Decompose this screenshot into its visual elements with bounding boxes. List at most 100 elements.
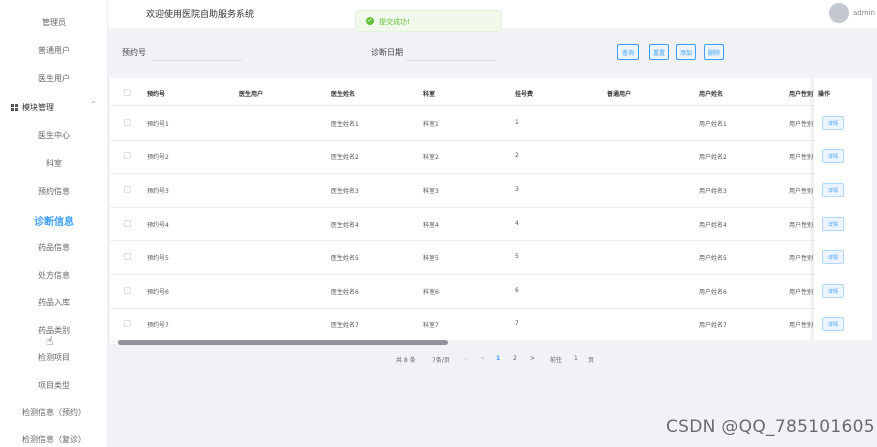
column-header-doctor-user: 医生用户	[239, 91, 264, 98]
row-checkbox[interactable]	[124, 186, 131, 193]
hand-pointer-icon: ☝	[46, 334, 54, 348]
table-cell-user-name: 用户姓名5	[699, 255, 727, 262]
row-checkbox[interactable]	[124, 320, 131, 327]
table-cell-dept: 科室2	[423, 154, 439, 161]
appointment-no-input[interactable]	[152, 45, 242, 61]
sidebar-item-test-appointment[interactable]: 检测信息（预约）	[0, 407, 107, 418]
toast-message: 提交成功!	[379, 18, 410, 26]
sidebar-item-test-items[interactable]: 检测项目	[0, 352, 107, 363]
detail-button[interactable]: 详情	[822, 317, 844, 331]
column-header-user-name: 用户姓名	[699, 91, 724, 98]
sidebar-item-doctor-users[interactable]: 医生用户	[0, 73, 107, 84]
table-cell-user-name: 用户姓名1	[699, 121, 727, 128]
table-cell-gender: 用户性别	[789, 154, 814, 161]
sidebar-item-appointments[interactable]: 预约信息	[0, 186, 107, 197]
pagination-goto-suffix: 页	[588, 357, 595, 364]
detail-button[interactable]: 详情	[822, 250, 844, 264]
sidebar-item-prescriptions[interactable]: 处方信息	[0, 270, 107, 281]
select-all-checkbox[interactable]	[124, 89, 131, 96]
sidebar-item-doctor-center[interactable]: 医生中心	[0, 130, 107, 141]
column-header-normal-user: 普通用户	[607, 91, 632, 98]
row-divider	[110, 274, 872, 275]
table-cell-fee: 7	[515, 320, 519, 327]
table-cell-gender: 用户性别	[789, 322, 814, 329]
app-root: 管理员 普通用户 医生用户 模块管理 ⌃ 医生中心 科室 预约信息 诊断信息 药…	[0, 0, 877, 447]
appointment-no-label: 预约号	[122, 48, 146, 57]
sidebar-item-diagnosis[interactable]: 诊断信息	[0, 213, 107, 228]
detail-button[interactable]: 详情	[822, 116, 844, 130]
watermark: CSDN @QQ_785101605	[666, 417, 875, 437]
table-cell-user-name: 用户姓名6	[699, 289, 727, 296]
detail-button[interactable]: 详情	[822, 149, 844, 163]
diagnosis-date-label: 诊断日期	[371, 48, 403, 57]
sidebar-item-drug-stock-in[interactable]: 药品入库	[0, 297, 107, 308]
pagination-goto-prefix: 前往	[550, 357, 563, 364]
column-header-user-gender: 用户性别	[789, 91, 814, 98]
column-header-fee: 挂号费	[515, 91, 534, 98]
pagination-page-2[interactable]: 2	[513, 355, 517, 362]
table-cell-appt: 预约号3	[147, 188, 169, 195]
horizontal-scrollbar-thumb[interactable]	[118, 340, 448, 345]
pagination-size-chevron-icon[interactable]: ⌄	[463, 355, 468, 362]
column-header-actions: 操作	[818, 91, 831, 98]
row-checkbox[interactable]	[124, 119, 131, 126]
diagnosis-date-input[interactable]	[406, 45, 496, 61]
row-divider	[110, 308, 872, 309]
table-cell-dept: 科室6	[423, 289, 439, 296]
pagination-prev-button[interactable]: <	[480, 355, 485, 362]
data-table: 预约号 医生用户 医生姓名 科室 挂号费 普通用户 用户姓名 用户性别 预约号1…	[110, 78, 872, 344]
table-cell-fee: 1	[515, 119, 519, 126]
reset-button[interactable]: 重置	[649, 44, 669, 60]
pagination-total: 共 8 条	[396, 357, 416, 364]
pagination-page-size[interactable]: 7条/页	[432, 355, 450, 364]
table-cell-doctor-name: 医生姓名4	[331, 222, 359, 229]
table-cell-gender: 用户性别	[789, 289, 814, 296]
success-toast: ✓ 提交成功!	[355, 10, 502, 32]
add-button[interactable]: 添加	[676, 44, 696, 60]
table-cell-appt: 预约号1	[147, 121, 169, 128]
pagination-page-1[interactable]: 1	[496, 355, 500, 362]
sidebar-item-test-followup[interactable]: 检测信息（复诊）	[0, 434, 107, 445]
row-checkbox[interactable]	[124, 287, 131, 294]
sidebar-group-module-management[interactable]: 模块管理 ⌃	[0, 97, 107, 119]
table-cell-fee: 2	[515, 152, 519, 159]
row-divider	[110, 240, 872, 241]
sidebar-item-department[interactable]: 科室	[0, 158, 107, 169]
sidebar-item-admin[interactable]: 管理员	[0, 17, 107, 28]
column-header-doctor-name: 医生姓名	[331, 91, 356, 98]
row-checkbox[interactable]	[124, 220, 131, 227]
sidebar-group-label: 模块管理	[22, 103, 54, 112]
table-cell-dept: 科室7	[423, 322, 439, 329]
detail-button[interactable]: 详情	[822, 183, 844, 197]
grid-menu-icon	[11, 104, 19, 112]
detail-button[interactable]: 详情	[822, 217, 844, 231]
table-cell-dept: 科室1	[423, 121, 439, 128]
table-cell-user-name: 用户姓名4	[699, 222, 727, 229]
pagination-goto-input[interactable]: 1	[574, 355, 578, 362]
table-cell-doctor-name: 医生姓名3	[331, 188, 359, 195]
user-name[interactable]: admin	[853, 9, 875, 17]
sidebar-item-drug-info[interactable]: 药品信息	[0, 242, 107, 253]
header-divider	[110, 105, 872, 106]
table-cell-doctor-name: 医生姓名5	[331, 255, 359, 262]
table-cell-appt: 预约号6	[147, 289, 169, 296]
row-divider	[110, 207, 872, 208]
row-checkbox[interactable]	[124, 152, 131, 159]
table-cell-doctor-name: 医生姓名1	[331, 121, 359, 128]
pagination-next-button[interactable]: >	[530, 355, 535, 362]
sidebar-item-item-types[interactable]: 项目类型	[0, 380, 107, 391]
column-header-appointment-no: 预约号	[147, 91, 166, 98]
sidebar-item-normal-users[interactable]: 普通用户	[0, 45, 107, 56]
query-button[interactable]: 查询	[617, 44, 639, 60]
sidebar-item-drug-category[interactable]: 药品类别	[0, 325, 107, 336]
sidebar: 管理员 普通用户 医生用户 模块管理 ⌃ 医生中心 科室 预约信息 诊断信息 药…	[0, 0, 108, 447]
avatar[interactable]	[829, 3, 849, 23]
table-cell-gender: 用户性别	[789, 121, 814, 128]
table-cell-gender: 用户性别	[789, 255, 814, 262]
table-cell-gender: 用户性别	[789, 222, 814, 229]
row-checkbox[interactable]	[124, 253, 131, 260]
table-cell-appt: 预约号2	[147, 154, 169, 161]
delete-button[interactable]: 删除	[704, 44, 724, 60]
detail-button[interactable]: 详情	[822, 284, 844, 298]
table-cell-gender: 用户性别	[789, 188, 814, 195]
